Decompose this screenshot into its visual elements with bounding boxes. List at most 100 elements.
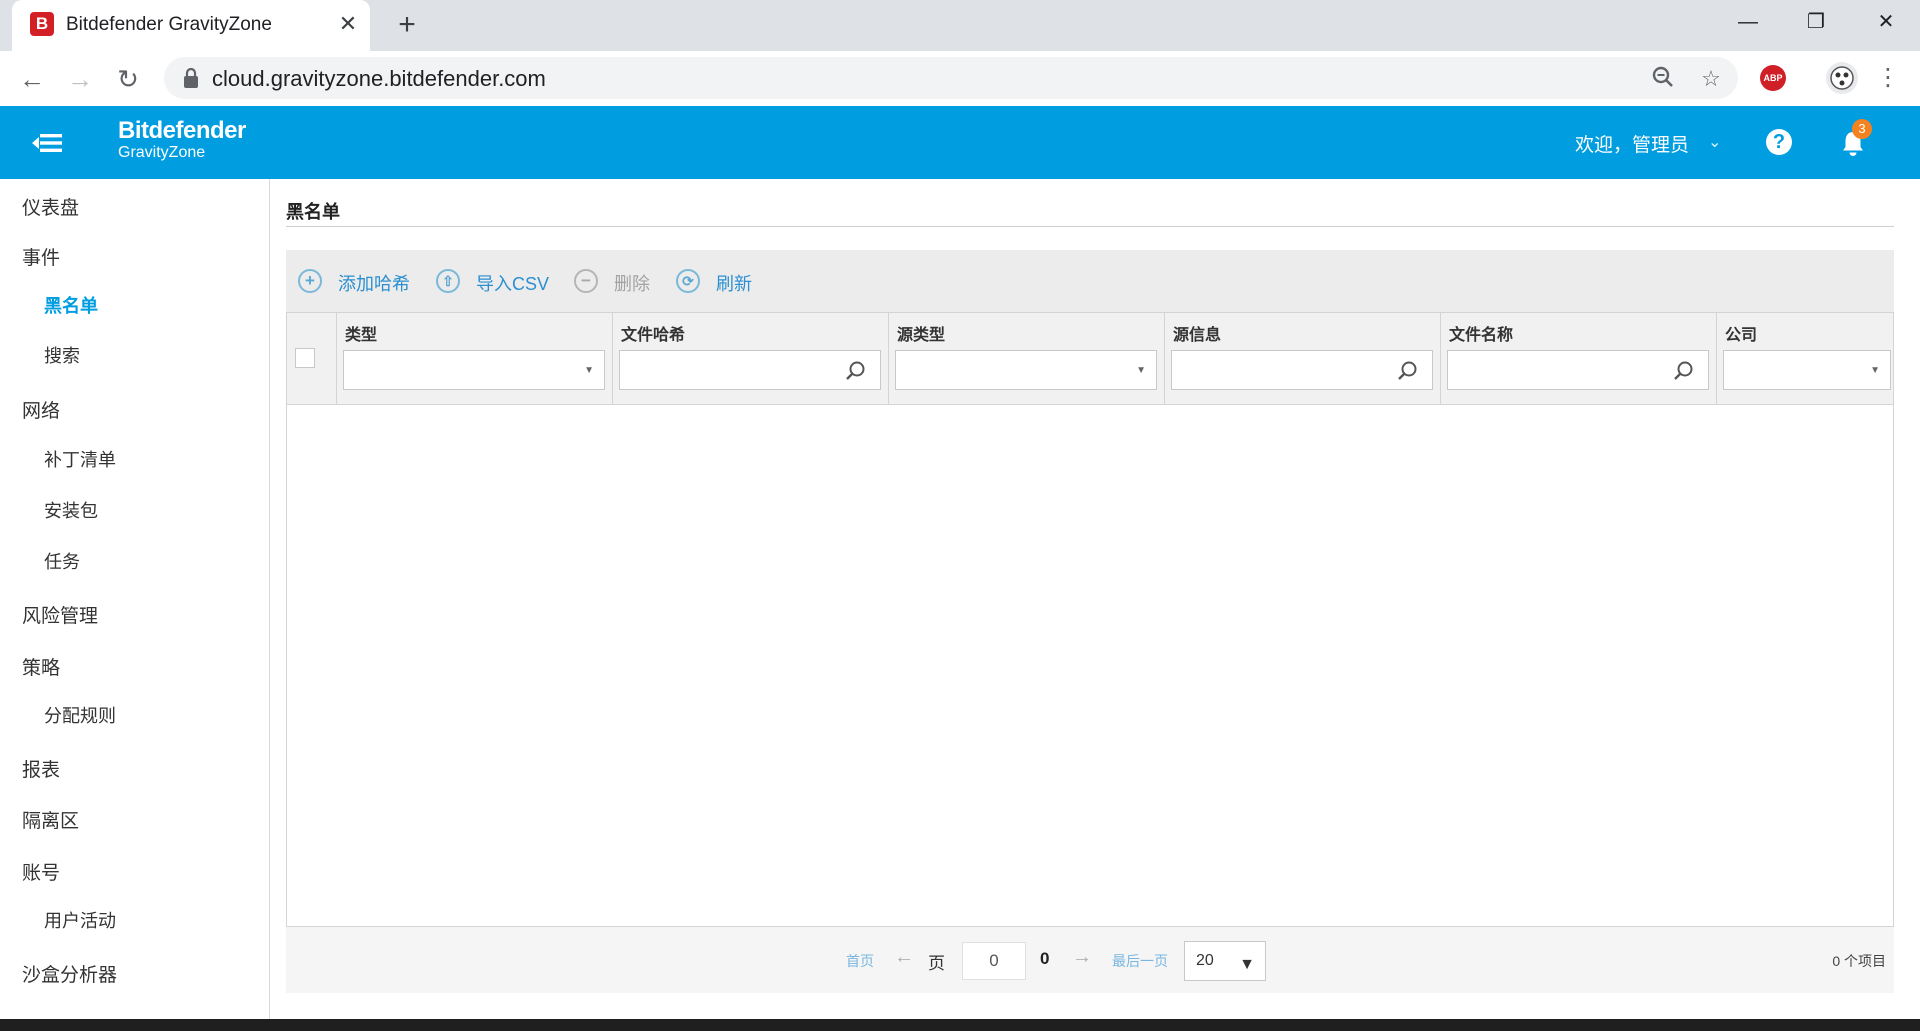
column-header-company: 公司 <box>1725 327 1758 344</box>
page-title: 黑名单 <box>286 202 340 222</box>
close-window-button[interactable]: ✕ <box>1856 0 1916 44</box>
zoom-icon[interactable] <box>1648 64 1678 94</box>
browser-tabstrip: B Bitdefender GravityZone ✕ + — ❐ ✕ <box>0 0 1920 51</box>
column-file-hash: 文件哈希 <box>613 313 889 405</box>
refresh-button[interactable]: ⟳ 刷新 <box>676 268 766 294</box>
select-all-checkbox[interactable] <box>295 348 315 368</box>
sidebar-item-accounts[interactable]: 账号 <box>22 858 60 885</box>
collapse-menu-icon[interactable] <box>30 130 64 156</box>
last-page-link[interactable]: 最后一页 <box>1112 951 1168 971</box>
grid-header: 类型 ▼ 文件哈希 源类型 ▼ 源信息 文件名称 公司 ▼ <box>287 313 1893 405</box>
refresh-label: 刷新 <box>716 274 752 294</box>
prev-page-arrow-icon[interactable]: ← <box>894 946 914 969</box>
brand-logo[interactable]: Bitdefender GravityZone <box>118 118 246 162</box>
delete-button[interactable]: − 删除 <box>574 268 664 294</box>
first-page-link[interactable]: 首页 <box>846 951 874 971</box>
brand-subtitle: GravityZone <box>118 144 206 161</box>
notification-badge: 3 <box>1852 119 1872 139</box>
sidebar-item-incidents[interactable]: 事件 <box>22 243 60 270</box>
address-bar[interactable]: cloud.gravityzone.bitdefender.com ☆ <box>164 57 1738 99</box>
remove-circle-icon: − <box>574 269 598 293</box>
lock-icon <box>184 67 198 88</box>
column-header-source-type: 源类型 <box>897 327 946 344</box>
source-type-filter-select[interactable]: ▼ <box>895 350 1157 390</box>
sidebar-item-user-activity[interactable]: 用户活动 <box>44 907 116 933</box>
back-arrow-icon[interactable]: ← <box>12 59 52 99</box>
page-size-select[interactable]: 20 ▼ <box>1184 941 1266 981</box>
chevron-down-icon[interactable]: ⌄ <box>1708 132 1721 152</box>
brand-name: Bitdefender <box>118 117 246 144</box>
dropdown-arrow-icon: ▼ <box>1239 956 1255 973</box>
title-divider <box>286 226 1894 227</box>
browser-menu-icon[interactable]: ⋮ <box>1876 62 1900 94</box>
url-text[interactable]: cloud.gravityzone.bitdefender.com <box>212 66 546 92</box>
column-source-type: 源类型 ▼ <box>889 313 1165 405</box>
column-header-file-name: 文件名称 <box>1449 327 1514 344</box>
minimize-window-button[interactable]: — <box>1718 0 1778 44</box>
add-hash-button[interactable]: + 添加哈希 <box>298 268 418 294</box>
browser-tab[interactable]: B Bitdefender GravityZone ✕ <box>12 0 370 51</box>
help-icon[interactable]: ? <box>1766 129 1792 155</box>
user-menu[interactable]: 欢迎，管理员 <box>1575 130 1689 157</box>
import-csv-button[interactable]: ⇧ 导入CSV <box>436 268 552 294</box>
bitdefender-favicon-icon: B <box>30 12 54 36</box>
file-hash-filter-input[interactable] <box>619 350 881 390</box>
source-info-filter-input[interactable] <box>1171 350 1433 390</box>
sidebar-nav: 仪表盘 事件 黑名单 搜索 网络 补丁清单 安装包 任务 风险管理 策略 分配规… <box>0 179 270 1019</box>
sidebar-item-risk-management[interactable]: 风险管理 <box>22 601 98 628</box>
next-page-arrow-icon[interactable]: → <box>1072 946 1092 969</box>
item-count: 0 个项目 <box>1832 953 1886 969</box>
column-file-name: 文件名称 <box>1441 313 1717 405</box>
sidebar-item-tasks[interactable]: 任务 <box>44 548 80 574</box>
action-toolbar: + 添加哈希 ⇧ 导入CSV − 删除 ⟳ 刷新 <box>286 250 1894 312</box>
sidebar-item-dashboard[interactable]: 仪表盘 <box>22 193 79 220</box>
search-icon <box>1398 361 1417 380</box>
total-pages: 0 <box>1040 949 1050 968</box>
tab-title: Bitdefender GravityZone <box>66 14 272 35</box>
add-hash-label: 添加哈希 <box>338 274 410 294</box>
blacklist-grid: 类型 ▼ 文件哈希 源类型 ▼ 源信息 文件名称 公司 ▼ <box>286 312 1894 927</box>
adblock-plus-icon[interactable]: ABP <box>1760 65 1786 91</box>
bookmark-star-icon[interactable]: ☆ <box>1696 64 1726 94</box>
select-column <box>287 313 337 405</box>
forward-arrow-icon[interactable]: → <box>60 59 100 99</box>
sidebar-item-sandbox-analyzer[interactable]: 沙盒分析器 <box>22 960 117 987</box>
app-header: Bitdefender GravityZone 欢迎，管理员 ⌄ ? 3 <box>0 106 1920 179</box>
column-header-file-hash: 文件哈希 <box>621 327 686 344</box>
dropdown-arrow-icon: ▼ <box>1136 365 1146 376</box>
sidebar-item-network[interactable]: 网络 <box>22 396 60 423</box>
add-circle-icon: + <box>298 269 322 293</box>
dropdown-arrow-icon: ▼ <box>1870 365 1880 376</box>
reload-icon[interactable]: ↻ <box>108 59 148 99</box>
column-type: 类型 ▼ <box>337 313 613 405</box>
page-number-input[interactable] <box>962 942 1026 980</box>
page-label: 页 <box>928 954 945 973</box>
sidebar-item-packages[interactable]: 安装包 <box>44 497 98 523</box>
search-icon <box>846 361 865 380</box>
profile-avatar-icon[interactable] <box>1826 62 1858 94</box>
tab-close-icon[interactable]: ✕ <box>334 10 362 38</box>
dropdown-arrow-icon: ▼ <box>584 365 594 376</box>
sidebar-item-patch-inventory[interactable]: 补丁清单 <box>44 446 116 472</box>
sidebar-item-policies[interactable]: 策略 <box>22 653 60 680</box>
upload-circle-icon: ⇧ <box>436 269 460 293</box>
page-size-value: 20 <box>1196 952 1214 969</box>
company-filter-select[interactable]: ▼ <box>1723 350 1891 390</box>
sidebar-item-blacklist[interactable]: 黑名单 <box>44 292 98 318</box>
file-name-filter-input[interactable] <box>1447 350 1709 390</box>
sidebar-item-quarantine[interactable]: 隔离区 <box>22 806 79 833</box>
browser-toolbar: ← → ↻ cloud.gravityzone.bitdefender.com … <box>0 51 1920 106</box>
new-tab-button[interactable]: + <box>390 8 424 42</box>
column-header-source-info: 源信息 <box>1173 327 1222 344</box>
sidebar-item-assignment-rules[interactable]: 分配规则 <box>44 702 116 728</box>
sidebar-item-search[interactable]: 搜索 <box>44 342 80 368</box>
pagination-bar: 首页 ← 页 0 → 最后一页 20 ▼ 0 个项目 <box>286 927 1894 993</box>
column-header-type: 类型 <box>345 327 378 344</box>
column-company: 公司 ▼ <box>1717 313 1893 405</box>
restore-window-button[interactable]: ❐ <box>1786 0 1846 44</box>
type-filter-select[interactable]: ▼ <box>343 350 605 390</box>
import-csv-label: 导入CSV <box>476 274 550 294</box>
search-icon <box>1674 361 1693 380</box>
delete-label: 删除 <box>614 274 650 294</box>
sidebar-item-reports[interactable]: 报表 <box>22 755 60 782</box>
